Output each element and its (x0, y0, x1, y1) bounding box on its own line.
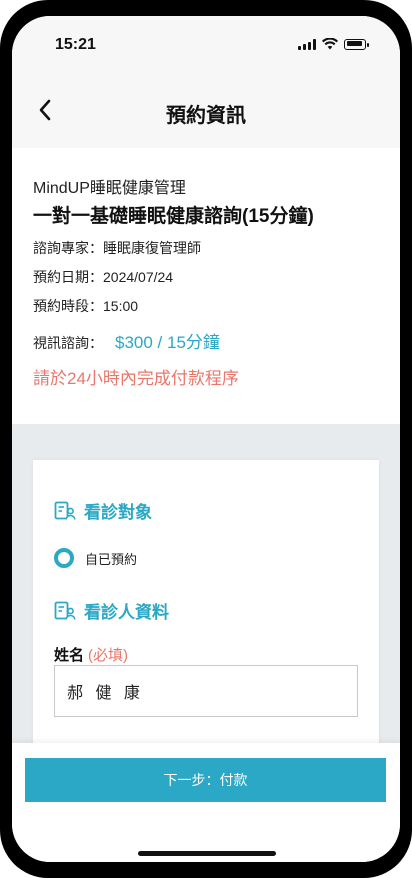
profile-card-icon (54, 501, 76, 520)
profile-card-icon (54, 601, 76, 620)
battery-icon (344, 38, 369, 50)
appointment-info: MindUP睡眠健康管理 一對一基礎睡眠健康諮詢(15分鐘) 諮詢專家：睡眠康復… (12, 148, 400, 424)
name-field-label: 姓名 (必填) (54, 644, 128, 665)
phone-frame: 15:21 預約資訊 MindUP睡眠健康管理 一對一基礎睡眠健康諮詢(15分鐘… (0, 0, 412, 878)
next-payment-button[interactable]: 下一步：付款 (25, 758, 386, 802)
wifi-icon (322, 38, 338, 50)
nav-bar: 預約資訊 (12, 72, 400, 148)
video-consult-label: 視訊諮詢： (33, 335, 103, 351)
page-title: 預約資訊 (166, 105, 246, 127)
screen: 15:21 預約資訊 MindUP睡眠健康管理 一對一基礎睡眠健康諮詢(15分鐘… (12, 16, 400, 862)
video-consult-price: $300 / 15分鐘 (115, 333, 220, 352)
date-text: 預約日期：2024/07/24 (33, 269, 174, 285)
radio-self-booking[interactable]: 自已預約 (54, 548, 137, 568)
bottom-action-bar: 下一步：付款 (12, 743, 400, 862)
signal-icon (298, 38, 316, 50)
expert-text: 諮詢專家：睡眠康復管理師 (33, 240, 201, 256)
section-subject: 看診對象 (54, 498, 152, 523)
time-slot-text: 預約時段：15:00 (33, 298, 139, 314)
provider-name: MindUP睡眠健康管理 (33, 180, 186, 197)
section-subject-title: 看診對象 (84, 503, 152, 522)
status-time: 15:21 (55, 36, 96, 53)
video-consult-row: 視訊諮詢： $300 / 15分鐘 (33, 328, 220, 353)
section-person-title: 看診人資料 (84, 603, 169, 622)
status-icons (298, 38, 369, 50)
section-person: 看診人資料 (54, 598, 169, 623)
required-marker: (必填) (88, 647, 129, 664)
radio-selected-icon[interactable] (54, 548, 74, 568)
radio-self-label: 自已預約 (85, 551, 138, 567)
name-input[interactable]: 郝 健 康 (54, 665, 358, 717)
service-name: 一對一基礎睡眠健康諮詢(15分鐘) (33, 206, 314, 227)
name-label-text: 姓名 (54, 647, 85, 664)
home-indicator (138, 851, 276, 856)
payment-notice: 請於24小時內完成付款程序 (33, 369, 239, 388)
status-bar: 15:21 (12, 16, 400, 72)
